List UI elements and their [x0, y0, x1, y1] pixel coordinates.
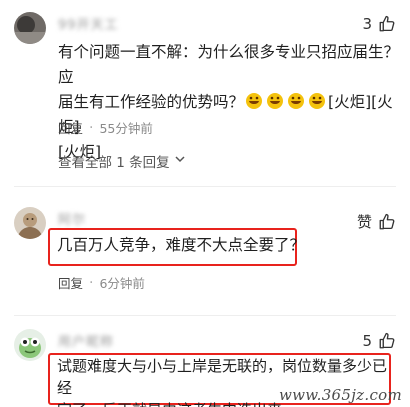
avatar[interactable]: [14, 329, 46, 361]
watermark: www.365jz.com: [278, 386, 402, 404]
grin-emoji-icon: [307, 92, 327, 110]
view-all-replies-label: 查看全部 1 条回复: [58, 155, 170, 171]
grin-emoji-icon: [286, 92, 306, 110]
reply-button[interactable]: 回复: [58, 118, 83, 137]
like-button[interactable]: 赞: [357, 211, 396, 232]
like-count: 3: [362, 15, 372, 33]
comment-meta: 回复 · 6分钟前: [58, 273, 145, 292]
grin-emoji-icon: [244, 92, 264, 110]
thumb-up-icon: [378, 332, 396, 350]
like-label: 赞: [356, 213, 372, 231]
comment-text-line: 有个问题一直不解：为什么很多专业只招应届生？应: [58, 43, 400, 86]
view-all-replies-button[interactable]: 查看全部 1 条回复: [58, 151, 186, 171]
like-button[interactable]: 3: [362, 15, 396, 33]
timestamp: 6分钟前: [99, 276, 145, 291]
comment-meta: 回复 · 55分钟前: [58, 118, 153, 137]
thumb-up-icon: [378, 15, 396, 33]
avatar[interactable]: [14, 12, 46, 44]
comment-text: 几百万人竞争，难度不大点全要了？: [57, 236, 306, 254]
thumb-up-icon: [378, 213, 396, 231]
timestamp: 55分钟前: [99, 121, 153, 136]
comment-text: 有个问题一直不解：为什么很多专业只招应届生？应 届生有工作经验的优势吗？ [火炬…: [58, 40, 400, 165]
avatar[interactable]: [14, 207, 46, 239]
divider: [14, 315, 396, 316]
separator-dot: ·: [89, 274, 94, 291]
chevron-down-icon: [174, 153, 186, 169]
grin-emoji-icon: [265, 92, 285, 110]
reply-button[interactable]: 回复: [58, 273, 83, 292]
separator-dot: ·: [89, 119, 94, 136]
username[interactable]: 阿尔: [58, 209, 86, 228]
like-button[interactable]: 5: [362, 332, 396, 350]
username[interactable]: 99开天工: [58, 14, 119, 33]
like-count: 5: [362, 332, 372, 350]
divider: [14, 186, 396, 187]
username[interactable]: 用户昵称: [58, 331, 114, 350]
